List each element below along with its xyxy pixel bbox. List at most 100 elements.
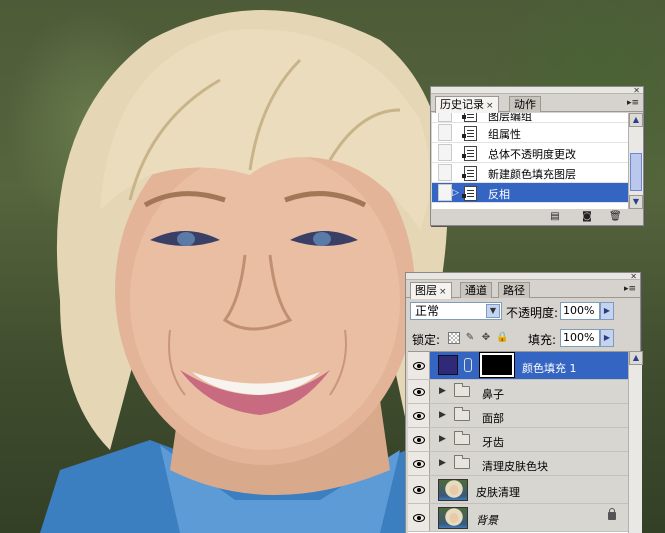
eye-icon: [413, 459, 425, 468]
layer-row-background[interactable]: 背景: [408, 504, 628, 532]
lock-fill-row: 锁定: ✎ ✥ 🔒 填充: 100% ▶: [408, 327, 640, 349]
history-panel: ✕ 历史记录 × 动作 ▸≡ 图层编组 组属性 总体不透明度更改 新建颜色填充图…: [430, 86, 644, 226]
history-state-icon: [462, 166, 477, 181]
visibility-eye-toggle[interactable]: [408, 476, 430, 503]
history-state-label: 新建颜色填充图层: [488, 168, 576, 181]
tab-close-icon[interactable]: ×: [486, 101, 494, 111]
history-state[interactable]: 新建颜色填充图层: [432, 163, 628, 183]
visibility-eye-toggle[interactable]: [408, 404, 430, 427]
layer-group-row[interactable]: ▶ 面部: [408, 404, 628, 428]
panel-title-bar[interactable]: ✕: [406, 273, 640, 281]
layer-name: 颜色填充 1: [522, 362, 577, 375]
visibility-eye-toggle[interactable]: [408, 380, 430, 403]
history-brush-source-checkbox[interactable]: [438, 144, 452, 161]
lock-pixels-brush-icon[interactable]: ✎: [464, 332, 476, 344]
history-state-label: 组属性: [488, 128, 521, 141]
blend-mode-select[interactable]: 正常 ▼: [410, 302, 502, 320]
layer-name: 牙齿: [482, 436, 504, 449]
history-list: 图层编组 组属性 总体不透明度更改 新建颜色填充图层 ▷ 反相: [432, 113, 628, 209]
history-brush-source-checkbox[interactable]: [438, 113, 452, 122]
lock-label: 锁定:: [412, 333, 441, 347]
fill-input[interactable]: 100%: [560, 329, 600, 347]
tab-history-label: 历史记录: [440, 98, 484, 111]
eye-icon: [413, 513, 425, 522]
tab-actions[interactable]: 动作: [509, 96, 541, 112]
lock-position-move-icon[interactable]: ✥: [480, 332, 492, 344]
opacity-input[interactable]: 100%: [560, 302, 600, 320]
chevron-down-icon[interactable]: ▼: [486, 304, 500, 318]
tab-channels-label: 通道: [465, 284, 487, 297]
panel-close-icon[interactable]: ✕: [630, 273, 637, 281]
layer-group-row[interactable]: ▶ 鼻子: [408, 380, 628, 404]
lock-transparency-icon[interactable]: [448, 332, 460, 344]
tab-layers[interactable]: 图层 ×: [410, 282, 452, 299]
visibility-eye-toggle[interactable]: [408, 452, 430, 475]
layer-row-image[interactable]: 皮肤清理: [408, 476, 628, 504]
expand-triangle-icon[interactable]: ▶: [439, 434, 446, 444]
history-footer: ▤ ◙ 🗑: [431, 209, 643, 225]
layers-scrollbar[interactable]: ▲: [628, 351, 643, 533]
panel-menu-icon[interactable]: ▸≡: [627, 98, 639, 108]
history-slider-pointer-icon[interactable]: ▷: [452, 188, 459, 198]
fill-color-swatch[interactable]: [438, 355, 458, 375]
visibility-eye-toggle[interactable]: [408, 352, 430, 379]
panel-menu-icon[interactable]: ▸≡: [624, 284, 636, 294]
layer-name: 皮肤清理: [476, 486, 520, 499]
lock-all-icon[interactable]: 🔒: [496, 332, 508, 344]
opacity-label: 不透明度:: [506, 306, 559, 320]
history-state[interactable]: 图层编组: [432, 113, 628, 123]
scroll-down-icon[interactable]: ▼: [629, 195, 643, 209]
layer-group-row[interactable]: ▶ 牙齿: [408, 428, 628, 452]
history-scrollbar[interactable]: ▲ ▼: [628, 113, 643, 209]
layer-mask-thumbnail[interactable]: [479, 352, 515, 378]
layer-group-row[interactable]: ▶ 清理皮肤色块: [408, 452, 628, 476]
visibility-eye-toggle[interactable]: [408, 428, 430, 451]
history-brush-source-checkbox[interactable]: [438, 164, 452, 181]
scroll-up-icon[interactable]: ▲: [629, 351, 643, 365]
link-chain-icon[interactable]: [464, 358, 472, 372]
eye-icon: [413, 387, 425, 396]
layer-row-color-fill[interactable]: 颜色填充 1: [408, 352, 628, 380]
history-brush-source-checkbox[interactable]: [438, 124, 452, 141]
history-state[interactable]: 总体不透明度更改: [432, 143, 628, 163]
folder-icon: [454, 431, 470, 445]
history-state-icon: [462, 146, 477, 161]
tab-actions-label: 动作: [514, 98, 536, 111]
layer-thumbnail: [438, 479, 468, 501]
tab-paths[interactable]: 路径: [498, 282, 530, 298]
scroll-thumb[interactable]: [630, 153, 642, 191]
folder-icon: [454, 383, 470, 397]
panel-close-icon[interactable]: ✕: [633, 87, 640, 95]
history-state-label: 反相: [488, 188, 510, 201]
layer-name: 背景: [476, 514, 498, 527]
folder-icon: [454, 407, 470, 421]
lock-icon: [608, 508, 616, 520]
fill-slider-arrow-icon[interactable]: ▶: [600, 329, 614, 347]
expand-triangle-icon[interactable]: ▶: [439, 386, 446, 396]
tab-history[interactable]: 历史记录 ×: [435, 96, 499, 113]
opacity-slider-arrow-icon[interactable]: ▶: [600, 302, 614, 320]
trash-icon[interactable]: 🗑: [609, 211, 622, 222]
expand-triangle-icon[interactable]: ▶: [439, 410, 446, 420]
tab-channels[interactable]: 通道: [460, 282, 492, 298]
history-state[interactable]: 组属性: [432, 123, 628, 143]
tab-close-icon[interactable]: ×: [439, 287, 447, 297]
history-brush-source-checkbox[interactable]: [438, 184, 452, 201]
layer-list: 颜色填充 1 ▶ 鼻子 ▶ 面部 ▶ 牙齿 ▶ 清理皮肤色块 皮肤清理 背景: [408, 351, 628, 533]
history-tab-bar: 历史记录 × 动作 ▸≡: [431, 94, 643, 113]
eye-icon: [413, 435, 425, 444]
layer-name: 鼻子: [482, 388, 504, 401]
snapshot-camera-icon[interactable]: ◙: [581, 211, 593, 222]
layers-tab-bar: 图层 × 通道 路径 ▸≡: [406, 280, 640, 299]
history-state-selected[interactable]: ▷ 反相: [432, 183, 628, 203]
history-state-label: 总体不透明度更改: [488, 148, 576, 161]
scroll-up-icon[interactable]: ▲: [629, 113, 643, 127]
panel-title-bar[interactable]: ✕: [431, 87, 643, 95]
folder-icon: [454, 455, 470, 469]
eye-icon: [413, 361, 425, 370]
eye-icon: [413, 411, 425, 420]
new-document-icon[interactable]: ▤: [549, 211, 561, 222]
expand-triangle-icon[interactable]: ▶: [439, 458, 446, 468]
layers-panel: ✕ 图层 × 通道 路径 ▸≡ 正常 ▼ 不透明度: 100% ▶ 锁定: ✎ ✥…: [405, 272, 643, 533]
visibility-eye-toggle[interactable]: [408, 504, 430, 531]
